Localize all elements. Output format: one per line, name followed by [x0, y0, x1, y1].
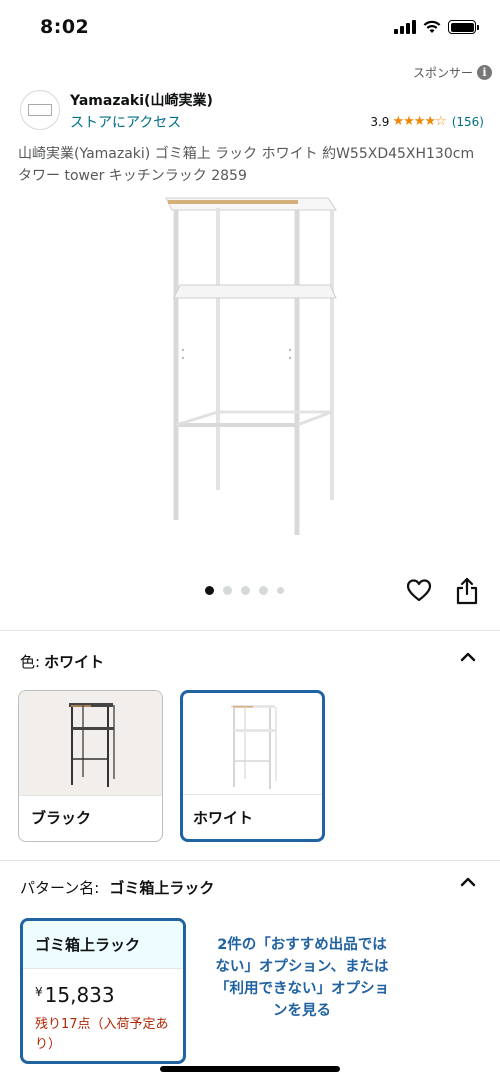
- white-rack-thumbnail: [230, 705, 277, 789]
- home-indicator[interactable]: [160, 1066, 340, 1072]
- brand-row: Yamazaki(山崎実業) ストアにアクセス 3.9 ★★★★☆ (156): [20, 88, 484, 134]
- divider: [0, 630, 500, 631]
- status-icons: [394, 20, 479, 34]
- carousel-dots[interactable]: [205, 586, 284, 595]
- signal-icon: [394, 20, 416, 34]
- color-option-white[interactable]: ホワイト: [180, 690, 325, 842]
- rating-count[interactable]: (156): [452, 115, 484, 129]
- color-selected: ホワイト: [44, 653, 105, 671]
- color-option-label: ブラック: [31, 809, 92, 827]
- other-options-link[interactable]: 2件の「おすすめ出品ではない」オプション、または「利用できない」オプションを見る: [212, 934, 392, 1022]
- brand-logo[interactable]: [20, 90, 60, 130]
- brand-name[interactable]: Yamazaki(山崎実業): [70, 90, 213, 110]
- color-label-text: 色:: [20, 653, 41, 671]
- divider: [0, 860, 500, 861]
- sponsored-text: スポンサー: [412, 66, 473, 80]
- carousel-dot[interactable]: [277, 587, 284, 594]
- status-time: 8:02: [40, 16, 90, 38]
- star-rating-icon: ★★★★☆: [392, 114, 446, 129]
- pattern-label: パターン名: ゴミ箱上ラック: [20, 877, 214, 898]
- rating-value: 3.9: [370, 114, 390, 129]
- wifi-icon: [423, 20, 441, 33]
- swatch-image: [19, 691, 162, 795]
- swatch-divider: [183, 794, 322, 795]
- color-label: 色: ホワイト: [20, 651, 104, 672]
- status-bar: 8:02: [0, 0, 500, 58]
- carousel-dot[interactable]: [223, 586, 232, 595]
- rating[interactable]: 3.9 ★★★★☆ (156): [370, 114, 484, 129]
- price-value: 15,833: [44, 983, 115, 1007]
- pattern-option-card[interactable]: ゴミ箱上ラック ¥15,833 残り17点（入荷予定あり）: [20, 918, 186, 1064]
- carousel-dot[interactable]: [241, 586, 250, 595]
- product-title[interactable]: 山崎実業(Yamazaki) ゴミ箱上 ラック ホワイト 約W55XD45XH1…: [18, 143, 488, 187]
- battery-icon: [448, 20, 479, 34]
- product-image[interactable]: [150, 190, 350, 550]
- carousel-dot[interactable]: [259, 586, 268, 595]
- pattern-selected: ゴミ箱上ラック: [109, 879, 215, 897]
- chevron-up-icon[interactable]: [460, 877, 476, 887]
- swatch-divider: [19, 795, 162, 796]
- info-icon[interactable]: i: [477, 65, 492, 80]
- swatch-image: [183, 693, 322, 797]
- carousel-dot[interactable]: [205, 586, 214, 595]
- heart-icon[interactable]: [406, 578, 432, 604]
- color-option-label: ホワイト: [193, 809, 254, 827]
- pattern-label-text: パターン名:: [20, 879, 100, 897]
- brand-logo-mark: [28, 104, 52, 116]
- black-rack-thumbnail: [68, 703, 115, 787]
- share-icon[interactable]: [455, 577, 479, 605]
- color-option-black[interactable]: ブラック: [18, 690, 163, 842]
- sponsored-label[interactable]: スポンサー i: [413, 64, 492, 81]
- store-link[interactable]: ストアにアクセス: [70, 112, 181, 132]
- chevron-up-icon[interactable]: [460, 652, 476, 662]
- stock-status: 残り17点（入荷予定あり）: [35, 1017, 169, 1052]
- pattern-option-name: ゴミ箱上ラック: [23, 921, 183, 969]
- price-symbol: ¥: [35, 985, 43, 999]
- price: ¥15,833: [35, 983, 115, 1007]
